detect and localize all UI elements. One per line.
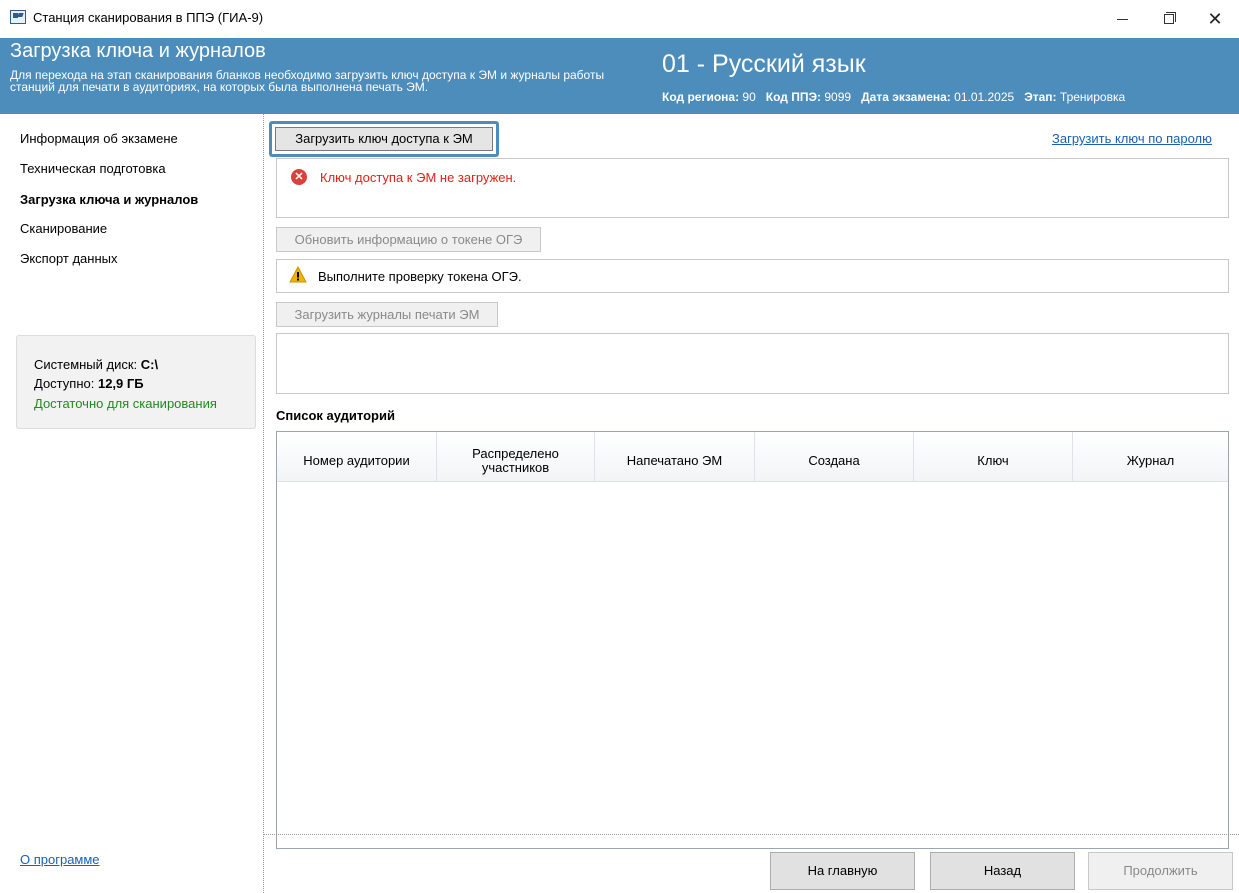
token-status-box: Выполните проверку токена ОГЭ. bbox=[276, 259, 1229, 293]
region-label: Код региона: bbox=[662, 90, 740, 104]
region-value: 90 bbox=[742, 90, 756, 104]
system-disk-value: C:\ bbox=[140, 357, 159, 372]
column-header-assigned[interactable]: Распределено участников bbox=[437, 432, 595, 482]
restore-button[interactable] bbox=[1146, 4, 1192, 34]
refresh-token-button[interactable]: Обновить информацию о токене ОГЭ bbox=[276, 227, 541, 252]
minimize-icon bbox=[1117, 19, 1128, 20]
exam-subject: 01 - Русский язык bbox=[662, 50, 866, 78]
column-header-created[interactable]: Создана bbox=[755, 432, 914, 482]
close-button[interactable]: ✕ bbox=[1192, 4, 1238, 34]
system-disk-label: Системный диск: bbox=[34, 357, 138, 372]
ppe-value: 9099 bbox=[824, 90, 852, 104]
sidebar-item-exam-info[interactable]: Информация об экзамене bbox=[20, 131, 178, 146]
footer-divider bbox=[264, 834, 1239, 835]
disk-info-panel: Системный диск: C:\ Доступно: 12,9 ГБ До… bbox=[16, 335, 256, 429]
rooms-list-title: Список аудиторий bbox=[276, 408, 395, 423]
exam-date-value: 01.01.2025 bbox=[954, 90, 1015, 104]
free-space-line: Доступно: 12,9 ГБ bbox=[34, 376, 144, 391]
warning-icon bbox=[289, 266, 307, 283]
continue-button[interactable]: Продолжить bbox=[1088, 852, 1233, 890]
token-warning-text: Выполните проверку токена ОГЭ. bbox=[318, 269, 522, 284]
error-icon: ✕ bbox=[291, 169, 307, 185]
key-status-box: ✕ Ключ доступа к ЭМ не загружен. bbox=[276, 158, 1229, 218]
sidebar-item-load-key[interactable]: Загрузка ключа и журналов bbox=[20, 192, 198, 207]
exam-info-line: Код региона: 90 Код ППЭ: 9099 Дата экзам… bbox=[662, 90, 1125, 104]
ppe-label: Код ППЭ: bbox=[765, 90, 822, 104]
sidebar-item-export[interactable]: Экспорт данных bbox=[20, 251, 117, 266]
free-space-label: Доступно: bbox=[34, 376, 95, 391]
window-title: Станция сканирования в ППЭ (ГИА-9) bbox=[33, 10, 264, 25]
back-button[interactable]: Назад bbox=[930, 852, 1075, 890]
sidebar-item-scanning[interactable]: Сканирование bbox=[20, 221, 107, 236]
column-header-journal[interactable]: Журнал bbox=[1073, 432, 1228, 482]
rooms-table[interactable]: Номер аудитории Распределено участников … bbox=[276, 431, 1229, 849]
close-icon: ✕ bbox=[1207, 9, 1223, 29]
rooms-table-header: Номер аудитории Распределено участников … bbox=[277, 432, 1228, 482]
load-key-button[interactable]: Загрузить ключ доступа к ЭМ bbox=[275, 127, 493, 151]
load-key-by-password-link[interactable]: Загрузить ключ по паролю bbox=[1052, 131, 1212, 146]
restore-icon bbox=[1164, 14, 1174, 24]
page-header: Загрузка ключа и журналов Для перехода н… bbox=[0, 38, 1239, 114]
column-header-key[interactable]: Ключ bbox=[914, 432, 1073, 482]
home-button[interactable]: На главную bbox=[770, 852, 915, 890]
window-titlebar: Станция сканирования в ППЭ (ГИА-9) ✕ bbox=[0, 0, 1239, 38]
free-space-value: 12,9 ГБ bbox=[97, 376, 144, 391]
sidebar-item-tech-prep[interactable]: Техническая подготовка bbox=[20, 161, 166, 176]
about-link[interactable]: О программе bbox=[20, 852, 100, 867]
key-error-text: Ключ доступа к ЭМ не загружен. bbox=[320, 170, 517, 185]
page-title: Загрузка ключа и журналов bbox=[10, 40, 266, 62]
minimize-button[interactable] bbox=[1100, 4, 1146, 34]
sidebar: Информация об экзамене Техническая подго… bbox=[0, 114, 264, 893]
stage-value: Тренировка bbox=[1059, 90, 1126, 104]
exam-date-label: Дата экзамена: bbox=[861, 90, 951, 104]
system-disk-line: Системный диск: C:\ bbox=[34, 357, 158, 372]
journals-status-box bbox=[276, 333, 1229, 394]
stage-label: Этап: bbox=[1024, 90, 1057, 104]
page-description: Для перехода на этап сканирования бланко… bbox=[10, 68, 605, 94]
column-header-printed[interactable]: Напечатано ЭМ bbox=[595, 432, 755, 482]
disk-status: Достаточно для сканирования bbox=[34, 396, 217, 411]
column-header-room-number[interactable]: Номер аудитории bbox=[277, 432, 437, 482]
load-journals-button[interactable]: Загрузить журналы печати ЭМ bbox=[276, 302, 498, 327]
app-flag-icon bbox=[10, 10, 26, 24]
